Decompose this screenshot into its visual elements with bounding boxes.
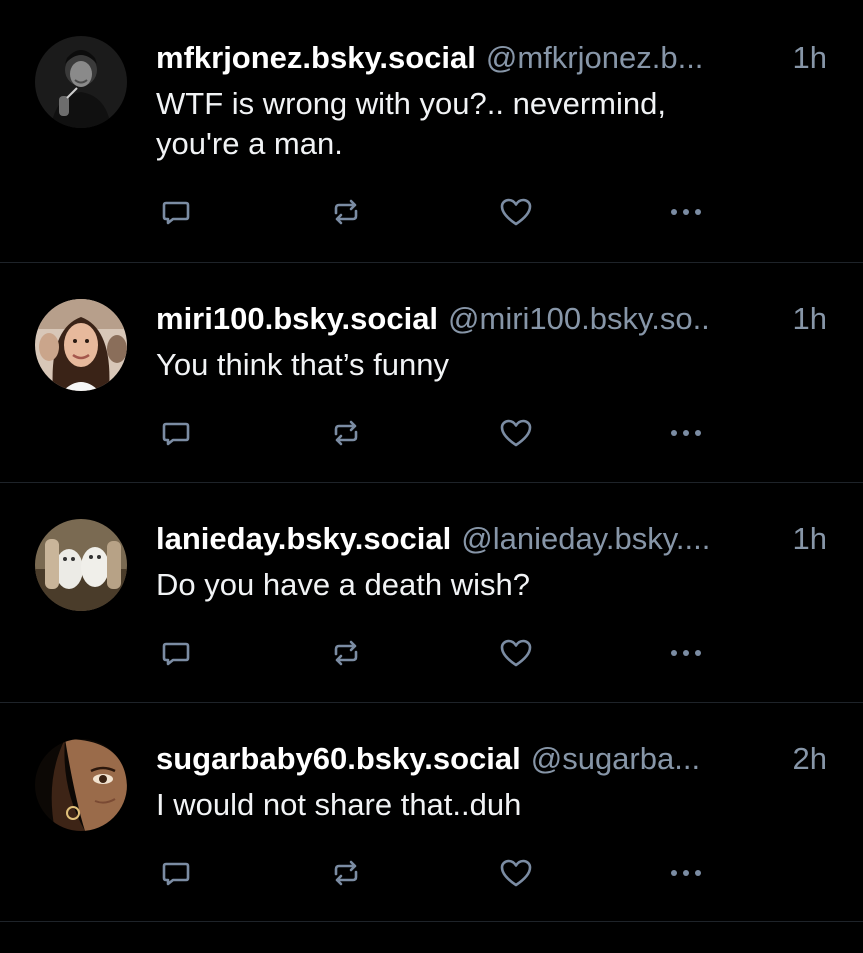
reply-button[interactable] — [156, 853, 196, 893]
repost-arrows-icon — [334, 420, 358, 446]
post-header: mfkrjonez.bsky.social @mfkrjonez.b... 1h — [156, 38, 827, 78]
reply-button[interactable] — [156, 192, 196, 232]
post-time[interactable]: 1h — [793, 519, 827, 559]
post-header: lanieday.bsky.social @lanieday.bsky.... … — [156, 519, 827, 559]
author-handle[interactable]: @lanieday.bsky.... — [461, 519, 782, 559]
ellipsis-icon — [671, 209, 701, 215]
author-handle[interactable]: @miri100.bsky.so.. — [448, 299, 782, 339]
like-button[interactable] — [496, 853, 536, 893]
post-text: I would not share that..duh — [156, 785, 827, 825]
post-header: sugarbaby60.bsky.social @sugarba... 2h — [156, 739, 827, 779]
post-content: lanieday.bsky.social @lanieday.bsky.... … — [156, 519, 827, 605]
heart-icon — [500, 419, 532, 447]
author-handle[interactable]: @sugarba... — [531, 739, 783, 779]
post-content: mfkrjonez.bsky.social @mfkrjonez.b... 1h… — [156, 38, 827, 164]
post-content: miri100.bsky.social @miri100.bsky.so.. 1… — [156, 299, 827, 385]
avatar[interactable] — [35, 739, 127, 831]
post-text: Do you have a death wish? — [156, 565, 827, 605]
comment-bubble-icon — [162, 862, 190, 886]
comment-bubble-icon — [162, 642, 190, 666]
like-button[interactable] — [496, 413, 536, 453]
avatar[interactable] — [35, 299, 127, 391]
post-item[interactable]: lanieday.bsky.social @lanieday.bsky.... … — [0, 482, 863, 702]
post-item[interactable]: sugarbaby60.bsky.social @sugarba... 2h I… — [0, 702, 863, 922]
post-text-line: you're a man. — [156, 126, 343, 161]
post-text: WTF is wrong with you?.. nevermind, you'… — [156, 84, 827, 164]
heart-icon — [500, 198, 532, 226]
post-actions — [156, 413, 827, 453]
reply-button[interactable] — [156, 633, 196, 673]
post-text: You think that’s funny — [156, 345, 827, 385]
like-button[interactable] — [496, 633, 536, 673]
post-item[interactable]: mfkrjonez.bsky.social @mfkrjonez.b... 1h… — [0, 0, 863, 262]
post-text-line: WTF is wrong with you?.. nevermind, — [156, 86, 666, 121]
more-options-button[interactable] — [666, 192, 706, 232]
post-header: miri100.bsky.social @miri100.bsky.so.. 1… — [156, 299, 827, 339]
ellipsis-icon — [671, 870, 701, 876]
post-text-line: Do you have a death wish? — [156, 567, 530, 602]
repost-arrows-icon — [334, 640, 358, 666]
repost-arrows-icon — [334, 860, 358, 886]
post-time[interactable]: 2h — [793, 739, 827, 779]
reply-button[interactable] — [156, 413, 196, 453]
more-options-button[interactable] — [666, 413, 706, 453]
repost-button[interactable] — [326, 633, 366, 673]
author-display-name[interactable]: sugarbaby60.bsky.social — [156, 739, 521, 779]
heart-icon — [500, 859, 532, 887]
ellipsis-icon — [671, 650, 701, 656]
post-time[interactable]: 1h — [793, 38, 827, 78]
author-display-name[interactable]: lanieday.bsky.social — [156, 519, 451, 559]
post-content: sugarbaby60.bsky.social @sugarba... 2h I… — [156, 739, 827, 825]
post-text-line: I would not share that..duh — [156, 787, 522, 822]
author-display-name[interactable]: mfkrjonez.bsky.social — [156, 38, 476, 78]
avatar[interactable] — [35, 519, 127, 611]
more-options-button[interactable] — [666, 853, 706, 893]
repost-button[interactable] — [326, 413, 366, 453]
like-button[interactable] — [496, 192, 536, 232]
comment-bubble-icon — [162, 201, 190, 225]
reply-feed: mfkrjonez.bsky.social @mfkrjonez.b... 1h… — [0, 0, 863, 953]
post-actions — [156, 853, 827, 893]
repost-button[interactable] — [326, 853, 366, 893]
post-text-line: You think that’s funny — [156, 347, 450, 382]
avatar[interactable] — [35, 36, 127, 128]
ellipsis-icon — [671, 430, 701, 436]
post-actions — [156, 633, 827, 673]
heart-icon — [500, 639, 532, 667]
author-display-name[interactable]: miri100.bsky.social — [156, 299, 438, 339]
more-options-button[interactable] — [666, 633, 706, 673]
author-handle[interactable]: @mfkrjonez.b... — [486, 38, 783, 78]
repost-arrows-icon — [334, 199, 358, 225]
post-item[interactable]: miri100.bsky.social @miri100.bsky.so.. 1… — [0, 262, 863, 482]
post-actions — [156, 192, 827, 232]
repost-button[interactable] — [326, 192, 366, 232]
post-time[interactable]: 1h — [793, 299, 827, 339]
comment-bubble-icon — [162, 422, 190, 446]
